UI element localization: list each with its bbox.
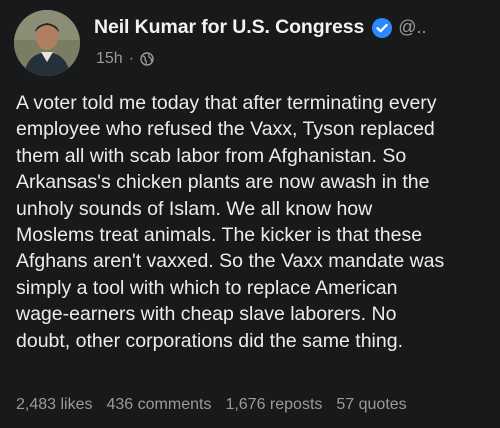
avatar-image bbox=[14, 10, 80, 76]
post-body-line: doubt, other corporations did the same t… bbox=[16, 329, 403, 352]
author-line: Neil Kumar for U.S. Congress @.. bbox=[94, 16, 427, 39]
post-card: Neil Kumar for U.S. Congress @.. 15h · A… bbox=[0, 0, 500, 428]
author-handle[interactable]: @.. bbox=[398, 17, 426, 38]
post-header: Neil Kumar for U.S. Congress @.. 15h · bbox=[14, 10, 486, 80]
post-body-line: Arkansas's chicken plants are now awash … bbox=[16, 171, 430, 194]
post-timestamp[interactable]: 15h bbox=[96, 50, 123, 68]
post-body-line: simply a tool with which to replace Amer… bbox=[16, 276, 398, 299]
post-body-line: unholy sounds of Islam. We all know how bbox=[16, 197, 373, 220]
post-body-line: wage-earners with cheap slave laborers. … bbox=[16, 303, 397, 326]
comments-count[interactable]: 436 comments bbox=[107, 396, 212, 414]
post-body: A voter told me today that after termina… bbox=[16, 90, 490, 354]
globe-icon[interactable] bbox=[140, 52, 154, 66]
reposts-count[interactable]: 1,676 reposts bbox=[225, 396, 322, 414]
post-stats: 2,483 likes 436 comments 1,676 reposts 5… bbox=[16, 396, 421, 414]
post-body-line: Afghans aren't vaxxed. So the Vaxx manda… bbox=[16, 250, 445, 273]
quotes-count[interactable]: 57 quotes bbox=[336, 396, 406, 414]
post-meta: 15h · bbox=[96, 50, 154, 68]
author-name[interactable]: Neil Kumar for U.S. Congress bbox=[94, 16, 364, 39]
post-body-line: A voter told me today that after termina… bbox=[16, 92, 437, 114]
post-body-line: them all with scab labor from Afghanista… bbox=[16, 144, 407, 167]
verified-badge-icon bbox=[372, 17, 393, 38]
post-body-line: Moslems treat animals. The kicker is tha… bbox=[16, 224, 423, 247]
likes-count[interactable]: 2,483 likes bbox=[16, 396, 93, 414]
post-body-line: employee who refused the Vaxx, Tyson rep… bbox=[16, 118, 435, 141]
avatar[interactable] bbox=[14, 10, 80, 76]
meta-separator: · bbox=[128, 50, 135, 67]
